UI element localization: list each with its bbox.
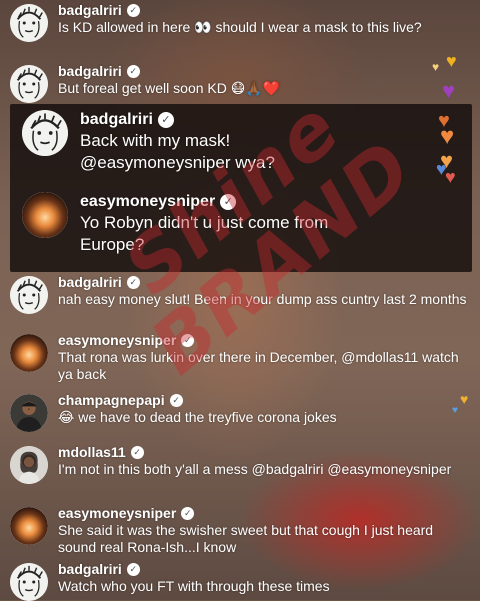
comment-username[interactable]: badgalriri bbox=[58, 561, 122, 578]
comment-text: Yo Robyn didn't u just come from Europe? bbox=[80, 213, 329, 254]
comment-username[interactable]: mdollas11 bbox=[58, 444, 126, 461]
avatar-badgalriri[interactable] bbox=[10, 65, 48, 103]
highlighted-comments-box: badgalriri ✓ Back with my mask! @easymone… bbox=[10, 104, 472, 272]
comment-text: She said it was the swisher sweet but th… bbox=[58, 522, 434, 555]
comment-text: Watch who you FT with through these time… bbox=[58, 578, 330, 594]
comment-item: badgalriri ✓ Is KD allowed in here 👀 shou… bbox=[0, 2, 480, 42]
verified-check-icon: ✓ bbox=[126, 276, 140, 289]
comment-item: badgalriri ✓ But foreal get well soon KD … bbox=[0, 63, 480, 103]
verified-check-icon: ✓ bbox=[157, 112, 174, 128]
comment-text: Is KD allowed in here 👀 should I wear a … bbox=[58, 19, 422, 35]
comment-username[interactable]: badgalriri bbox=[58, 2, 122, 19]
avatar-champagnepapi[interactable] bbox=[10, 394, 48, 432]
comment-item: mdollas11 ✓ I'm not in this both y'all a … bbox=[0, 444, 480, 484]
avatar-easymoneysniper[interactable] bbox=[10, 334, 48, 372]
comment-text: nah easy money slut! Been in your dump a… bbox=[58, 291, 467, 307]
comment-username[interactable]: easymoneysniper bbox=[58, 505, 176, 522]
comment-username[interactable]: badgalriri bbox=[58, 63, 122, 80]
avatar-badgalriri[interactable] bbox=[22, 110, 68, 156]
comment-text: Back with my mask! @easymoneysniper wya? bbox=[80, 131, 275, 172]
verified-check-icon: ✓ bbox=[181, 507, 195, 520]
comment-text: 😂 we have to dead the treyfive corona jo… bbox=[58, 409, 337, 425]
verified-check-icon: ✓ bbox=[126, 563, 140, 576]
comment-item: easymoneysniper ✓ That rona was lurkin ov… bbox=[0, 332, 480, 383]
comment-text: That rona was lurkin over there in Decem… bbox=[58, 349, 459, 382]
avatar-badgalriri[interactable] bbox=[10, 4, 48, 42]
comment-username[interactable]: easymoneysniper bbox=[58, 332, 176, 349]
comment-text: But foreal get well soon KD 😷🙏🏾❤️ bbox=[58, 80, 281, 96]
comment-item: badgalriri ✓ nah easy money slut! Been in… bbox=[0, 274, 480, 314]
comment-username[interactable]: badgalriri bbox=[58, 274, 122, 291]
comment-text: I'm not in this both y'all a mess @badga… bbox=[58, 461, 452, 477]
verified-check-icon: ✓ bbox=[126, 4, 140, 17]
avatar-badgalriri[interactable] bbox=[10, 276, 48, 314]
avatar-badgalriri[interactable] bbox=[10, 563, 48, 601]
avatar-easymoneysniper[interactable] bbox=[22, 192, 68, 238]
comment-username[interactable]: champagnepapi bbox=[58, 392, 165, 409]
comment-item: easymoneysniper ✓ She said it was the swi… bbox=[0, 505, 480, 556]
verified-check-icon: ✓ bbox=[126, 65, 140, 78]
avatar-mdollas11[interactable] bbox=[10, 446, 48, 484]
comment-item: champagnepapi ✓ 😂 we have to dead the tre… bbox=[0, 392, 480, 432]
comment-item: badgalriri ✓ Watch who you FT with throug… bbox=[0, 561, 480, 601]
verified-check-icon: ✓ bbox=[169, 394, 183, 407]
verified-check-icon: ✓ bbox=[130, 446, 144, 459]
verified-check-icon: ✓ bbox=[220, 194, 237, 210]
comment-username[interactable]: easymoneysniper bbox=[80, 192, 215, 212]
verified-check-icon: ✓ bbox=[181, 334, 195, 347]
comment-username[interactable]: badgalriri bbox=[80, 110, 153, 130]
avatar-easymoneysniper[interactable] bbox=[10, 507, 48, 545]
